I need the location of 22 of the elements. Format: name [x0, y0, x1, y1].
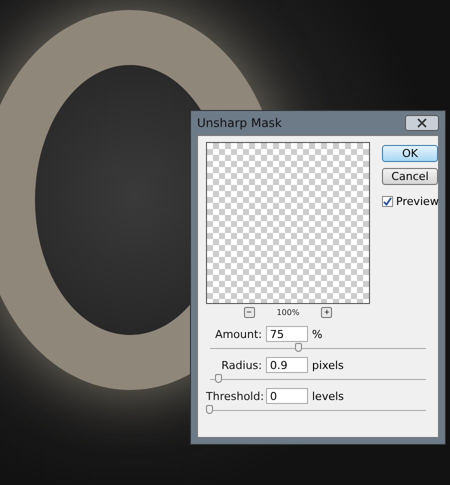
preview-checkbox[interactable]	[382, 196, 393, 207]
value-field[interactable]: 75	[266, 326, 308, 342]
close-icon	[417, 118, 427, 128]
unit-label: pixels	[312, 358, 344, 372]
slider-thumb[interactable]	[294, 343, 302, 352]
unit-label: levels	[312, 390, 344, 402]
preview-label: Preview	[396, 195, 439, 208]
value-field[interactable]: 0.9	[266, 357, 308, 373]
cancel-button[interactable]: Cancel	[382, 168, 438, 185]
zoom-level: 100%	[276, 308, 300, 317]
value-field[interactable]: 0	[266, 388, 308, 404]
window-title: Unsharp Mask	[197, 116, 282, 130]
slider-thumb[interactable]	[206, 405, 213, 414]
zoom-out-button[interactable]: −	[244, 307, 255, 318]
close-button[interactable]	[405, 115, 439, 131]
field-label: Threshold:	[206, 390, 262, 402]
ok-button[interactable]: OK	[382, 145, 438, 162]
field-label: Radius:	[220, 358, 262, 372]
zoom-in-button[interactable]: +	[321, 307, 332, 318]
field-label: Amount:	[214, 328, 262, 340]
slider-thumb[interactable]	[214, 374, 222, 383]
unit-label: %	[312, 328, 322, 340]
